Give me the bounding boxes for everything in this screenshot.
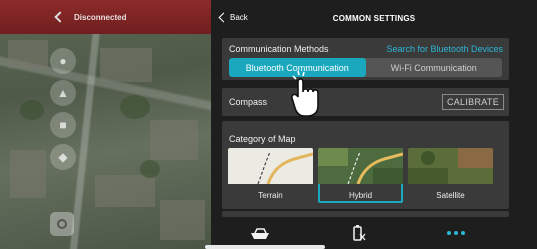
more-icon[interactable] xyxy=(447,231,465,235)
compass-section: Compass CALIBRATE xyxy=(222,88,509,116)
terrain-map-thumbnail xyxy=(228,148,313,184)
map-option-hybrid[interactable]: Hybrid xyxy=(318,148,403,203)
search-bluetooth-link[interactable]: Search for Bluetooth Devices xyxy=(386,44,503,54)
battery-icon[interactable] xyxy=(352,224,366,247)
communication-method-selector: Bluetooth Communication Wi-Fi Communicat… xyxy=(229,58,502,77)
satellite-map-thumbnail xyxy=(408,148,493,184)
connection-status-text: Disconnected xyxy=(74,12,127,22)
connection-status-bar: Disconnected xyxy=(0,0,211,34)
home-indicator xyxy=(205,245,325,249)
camera-icon[interactable] xyxy=(50,212,74,236)
home-point-icon[interactable]: ▲ xyxy=(50,80,76,106)
communication-label: Communication Methods xyxy=(229,44,329,54)
wifi-communication-option[interactable]: Wi-Fi Communication xyxy=(366,58,503,77)
calibrate-button[interactable]: CALIBRATE xyxy=(441,94,504,110)
hybrid-label: Hybrid xyxy=(348,191,373,200)
map-option-terrain[interactable]: Terrain xyxy=(228,148,313,203)
map-view[interactable]: Disconnected ● ▲ ■ ◆ xyxy=(0,0,211,249)
hybrid-map-thumbnail xyxy=(318,148,403,184)
map-category-label: Category of Map xyxy=(229,134,296,144)
satellite-label: Satellite xyxy=(436,191,465,200)
route-icon[interactable]: ◆ xyxy=(50,144,76,170)
map-option-satellite[interactable]: Satellite xyxy=(408,148,493,203)
layers-icon[interactable]: ■ xyxy=(50,112,76,138)
page-title: COMMON SETTINGS xyxy=(332,14,416,23)
next-section-edge xyxy=(222,211,509,217)
terrain-label: Terrain xyxy=(258,191,283,200)
communication-section: Communication Methods Search for Bluetoo… xyxy=(222,38,509,80)
settings-header: Back COMMON SETTINGS xyxy=(211,0,537,36)
location-pin-icon[interactable]: ● xyxy=(50,48,76,74)
settings-panel: Back COMMON SETTINGS Communication Metho… xyxy=(211,0,537,249)
compass-label: Compass xyxy=(229,97,268,107)
chevron-left-icon[interactable] xyxy=(54,11,66,23)
map-category-section: Category of Map Terrain Hybrid Satellite xyxy=(222,121,509,209)
tap-hand-icon xyxy=(291,70,319,117)
boat-icon[interactable] xyxy=(249,227,271,246)
